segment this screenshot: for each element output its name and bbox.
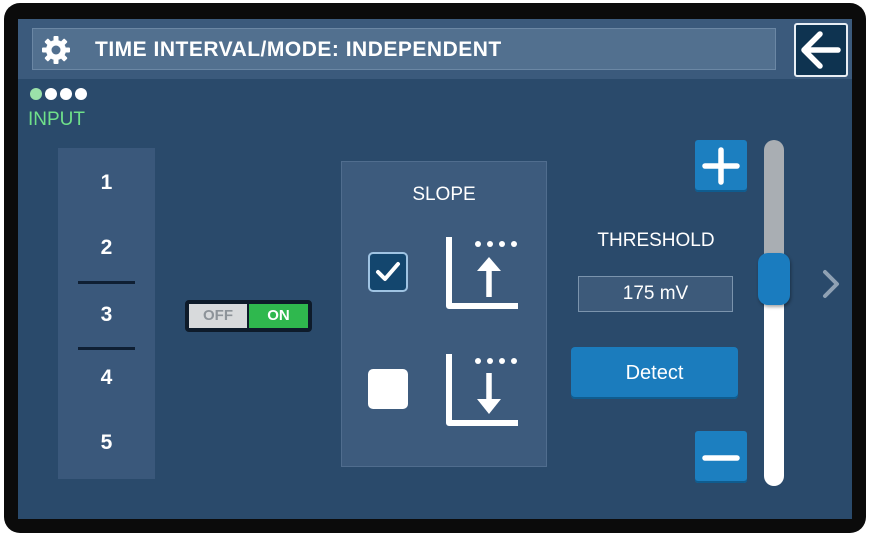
minus-icon [702, 455, 740, 461]
slider-track-lower [764, 300, 784, 486]
header-bar: TIME INTERVAL/MODE: INDEPENDENT [18, 19, 852, 79]
selection-divider-top [78, 281, 135, 284]
channel-item-1[interactable]: 1 [58, 171, 155, 195]
page-dot [75, 88, 87, 100]
screen: TIME INTERVAL/MODE: INDEPENDENT INPUT 1 … [18, 19, 852, 519]
rising-slope-icon [446, 237, 518, 309]
input-channel-list: 1 2 3 4 5 [58, 148, 155, 479]
page-dot-active [30, 88, 42, 100]
threshold-value-field[interactable]: 175 mV [578, 276, 733, 312]
detect-button[interactable]: Detect [571, 347, 738, 399]
checkmark-icon [376, 262, 400, 281]
decrease-threshold-button[interactable] [695, 431, 747, 483]
title-bar: TIME INTERVAL/MODE: INDEPENDENT [32, 28, 776, 70]
channel-item-5[interactable]: 5 [58, 431, 155, 455]
arrow-left-icon [801, 31, 841, 69]
chevron-right-icon[interactable] [820, 267, 842, 301]
threshold-label: THRESHOLD [597, 230, 715, 251]
channel-item-2[interactable]: 2 [58, 236, 155, 260]
plus-icon [702, 147, 740, 185]
on-off-toggle[interactable]: OFF ON [185, 300, 312, 332]
page-dot [60, 88, 72, 100]
rising-slope-checkbox[interactable] [368, 252, 408, 292]
toggle-on-label: ON [249, 304, 308, 328]
threshold-slider-track[interactable] [764, 140, 784, 486]
page-title: TIME INTERVAL/MODE: INDEPENDENT [95, 38, 502, 61]
channel-item-3-selected[interactable]: 3 [58, 303, 155, 327]
slope-label: SLOPE [412, 184, 476, 205]
channel-item-4[interactable]: 4 [58, 366, 155, 390]
threshold-slider-thumb[interactable] [758, 253, 790, 305]
increase-threshold-button[interactable] [695, 140, 747, 192]
gear-icon[interactable] [41, 35, 71, 65]
slope-panel: SLOPE [341, 161, 547, 467]
back-button[interactable] [794, 23, 848, 77]
toggle-off-label: OFF [189, 304, 247, 328]
falling-slope-icon [446, 354, 518, 426]
page-dot [45, 88, 57, 100]
falling-slope-checkbox[interactable] [368, 369, 408, 409]
input-label: INPUT [28, 109, 85, 130]
selection-divider-bottom [78, 347, 135, 350]
